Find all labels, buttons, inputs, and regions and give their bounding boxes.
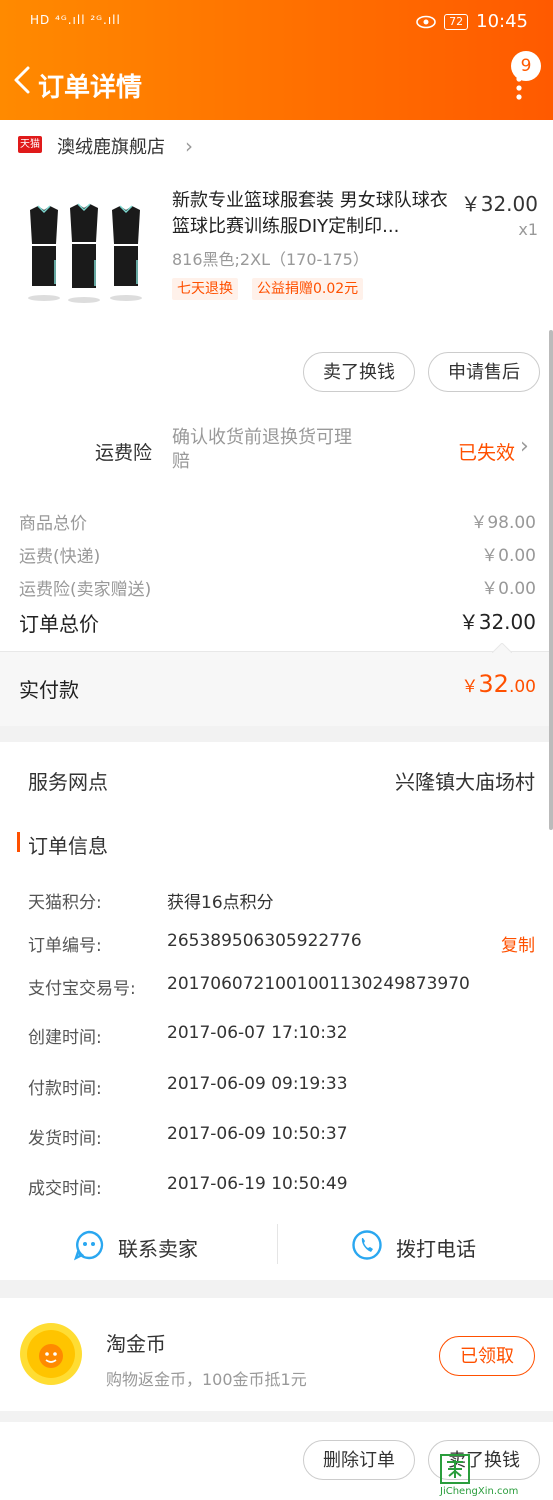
chat-bubble-icon bbox=[73, 1230, 104, 1261]
paid-row: 实付款 ￥32.00 bbox=[0, 643, 553, 726]
paid-time-value: 2017-06-09 09:19:33 bbox=[167, 1074, 348, 1094]
shipping-insurance-value: ￥0.00 bbox=[481, 579, 536, 599]
order-total-label: 订单总价 bbox=[19, 612, 99, 636]
after-sale-button[interactable]: 申请售后 bbox=[428, 352, 540, 392]
service-point-value: 兴隆镇大庙场村 bbox=[395, 770, 535, 794]
caret-up-icon bbox=[492, 643, 512, 653]
product-image[interactable] bbox=[22, 200, 150, 312]
shop-row[interactable]: 天猫 澳绒鹿旗舰店 › bbox=[0, 128, 553, 163]
section-marker bbox=[17, 832, 20, 852]
order-info-title: 订单信息 bbox=[28, 834, 108, 858]
sell-button[interactable]: 卖了换钱 bbox=[303, 352, 415, 392]
chevron-right-icon: › bbox=[520, 434, 529, 459]
goods-total-label: 商品总价 bbox=[19, 514, 87, 534]
service-point-label: 服务网点 bbox=[28, 770, 108, 794]
shipping-insurance-label: 运费险(卖家赠送) bbox=[19, 580, 152, 600]
alipay-trade-label: 支付宝交易号: bbox=[28, 979, 136, 999]
order-info-card bbox=[0, 742, 553, 1280]
created-time-label: 创建时间: bbox=[28, 1028, 102, 1048]
status-bar: HD ⁴ᴳ.ıll ²ᴳ.ıll 72 10:45 bbox=[0, 0, 553, 44]
product-quantity: x1 bbox=[518, 220, 538, 239]
contact-seller-button[interactable]: 联系卖家 bbox=[0, 1213, 276, 1277]
insurance-label: 运费险 bbox=[95, 442, 153, 464]
product-price: ￥32.00 bbox=[460, 192, 538, 216]
watermark: JiChengXin.com bbox=[438, 1452, 553, 1500]
call-phone-button[interactable]: 拨打电话 bbox=[278, 1213, 553, 1277]
order-total-value: ￥32.00 bbox=[458, 610, 536, 634]
product-sku: 816黑色;2XL（170-175） bbox=[172, 250, 369, 269]
back-arrow-icon[interactable] bbox=[10, 65, 38, 95]
shipped-time-label: 发货时间: bbox=[28, 1129, 102, 1149]
insurance-desc: 确认收货前退换货可理赔 bbox=[172, 427, 352, 472]
coin-claimed-button[interactable]: 已领取 bbox=[439, 1336, 535, 1376]
paid-time-label: 付款时间: bbox=[28, 1079, 102, 1099]
phone-icon bbox=[352, 1230, 382, 1260]
battery-indicator: 72 bbox=[444, 13, 469, 30]
return-policy-tag: 七天退换 bbox=[172, 278, 238, 300]
alipay-trade-value: 2017060721001001130249873970 bbox=[167, 974, 470, 994]
paid-label: 实付款 bbox=[19, 678, 79, 702]
chevron-right-icon: › bbox=[185, 134, 193, 158]
shop-name: 澳绒鹿旗舰店 bbox=[57, 137, 165, 158]
closed-time-label: 成交时间: bbox=[28, 1179, 102, 1199]
tmall-logo: 天猫 bbox=[18, 136, 42, 153]
shipping-label: 运费(快递) bbox=[19, 547, 101, 567]
insurance-status: 已失效 bbox=[458, 442, 516, 464]
paid-amount: ￥32.00 bbox=[461, 670, 536, 698]
page-title: 订单详情 bbox=[38, 73, 143, 103]
delete-order-button[interactable]: 删除订单 bbox=[303, 1440, 415, 1480]
product-title[interactable]: 新款专业篮球服套装 男女球队球衣篮球比赛训练服DIY定制印... bbox=[172, 188, 462, 240]
created-time-value: 2017-06-07 17:10:32 bbox=[167, 1023, 348, 1043]
points-label: 天猫积分: bbox=[28, 893, 102, 913]
goods-total-value: ￥98.00 bbox=[470, 513, 536, 533]
watermark-text: JiChengXin.com bbox=[440, 1486, 519, 1497]
watermark-logo bbox=[440, 1454, 470, 1484]
shipping-value: ￥0.00 bbox=[481, 546, 536, 566]
charity-tag: 公益捐赠0.02元 bbox=[252, 278, 364, 300]
call-phone-label: 拨打电话 bbox=[396, 1237, 476, 1261]
shipped-time-value: 2017-06-09 10:50:37 bbox=[167, 1124, 348, 1144]
coin-title: 淘金币 bbox=[106, 1332, 166, 1356]
message-badge[interactable]: 9 bbox=[511, 51, 541, 81]
scrollbar[interactable] bbox=[549, 330, 553, 830]
network-indicators: HD ⁴ᴳ.ıll ²ᴳ.ıll bbox=[30, 13, 121, 27]
order-number-value: 265389506305922776 bbox=[167, 931, 362, 951]
paid-int: 32 bbox=[478, 670, 509, 698]
closed-time-value: 2017-06-19 10:50:49 bbox=[167, 1174, 348, 1194]
coin-icon bbox=[20, 1323, 82, 1385]
status-right: 72 10:45 bbox=[416, 11, 528, 32]
title-bar: 订单详情 9 bbox=[0, 51, 553, 110]
paid-currency: ￥ bbox=[461, 677, 479, 697]
points-value: 获得16点积分 bbox=[167, 893, 274, 913]
app-header: HD ⁴ᴳ.ıll ²ᴳ.ıll 72 10:45 订单详情 9 bbox=[0, 0, 553, 120]
paid-decimal: .00 bbox=[508, 677, 536, 697]
copy-button[interactable]: 复制 bbox=[501, 931, 535, 956]
order-number-label: 订单编号: bbox=[28, 936, 102, 956]
contact-seller-label: 联系卖家 bbox=[118, 1237, 198, 1261]
coin-desc: 购物返金币，100金币抵1元 bbox=[106, 1370, 307, 1389]
clock: 10:45 bbox=[476, 11, 528, 32]
eye-icon bbox=[416, 15, 436, 28]
